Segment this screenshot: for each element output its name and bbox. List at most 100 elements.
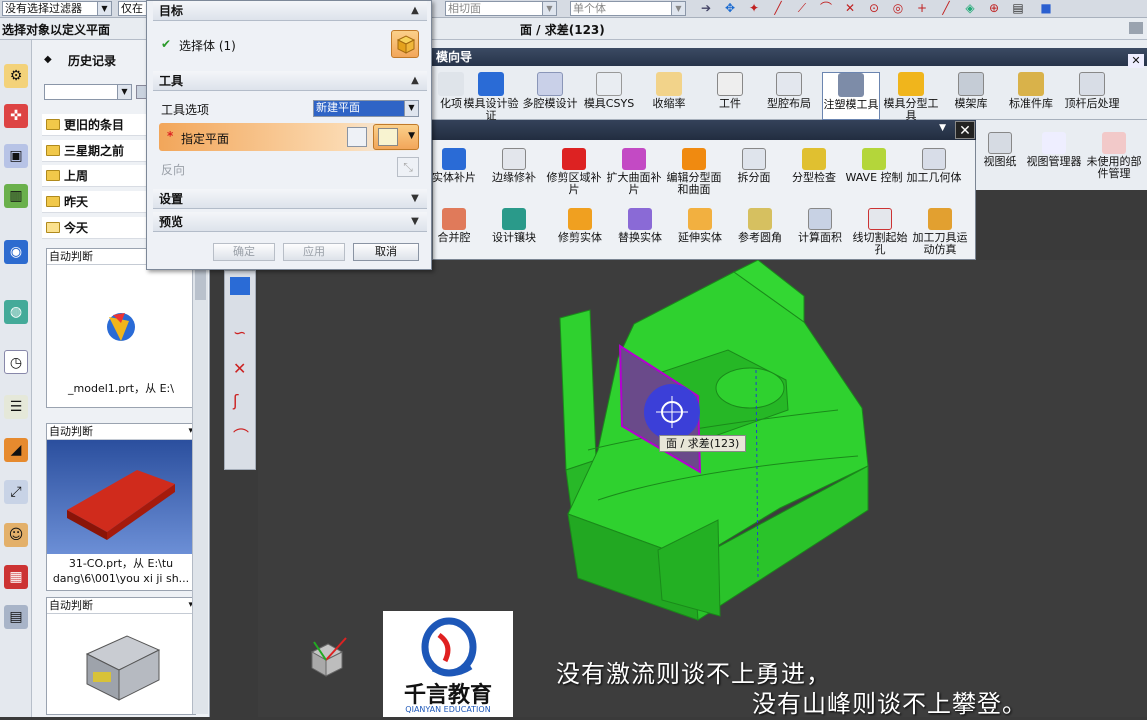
reverse-direction-icon[interactable]: ⤡ xyxy=(397,157,419,177)
close-icon[interactable]: ✕ xyxy=(1128,54,1144,68)
reverse-label: 反向 xyxy=(161,163,186,177)
tool-button[interactable]: 加工几何体 xyxy=(904,148,964,184)
section-target[interactable]: 目标 ▲ xyxy=(153,1,427,21)
ribbon-button-active[interactable]: 注塑模工具 xyxy=(822,72,880,120)
history-scrollbar[interactable] xyxy=(192,240,208,714)
line-icon[interactable]: ╱ xyxy=(770,1,786,16)
system-materials-icon[interactable]: ☰ xyxy=(4,395,28,419)
constraint-navigator-icon[interactable]: ✜ xyxy=(4,104,28,128)
visualization-icon[interactable]: ◢ xyxy=(4,438,28,462)
curve-tool-icon[interactable]: ∽ xyxy=(233,323,246,342)
ribbon-button[interactable]: 多腔模设计 xyxy=(521,72,579,110)
extrude-icon[interactable] xyxy=(230,277,250,295)
ribbon-button[interactable]: 标准件库 xyxy=(1002,72,1060,110)
arc-icon[interactable]: ⌒ xyxy=(233,423,249,447)
plane-dialog-icon[interactable] xyxy=(347,127,367,147)
chevron-down-icon[interactable]: ▼ xyxy=(407,214,423,230)
assembly-navigator-icon[interactable]: ⚙ xyxy=(4,64,28,88)
arrow-right-icon[interactable]: ➔ xyxy=(698,1,714,16)
tool-button[interactable]: 扩大曲面补片 xyxy=(604,148,664,196)
ribbon-button[interactable]: 顶杆后处理 xyxy=(1062,72,1122,110)
users-icon[interactable]: ☺ xyxy=(4,523,28,547)
chevron-down-icon[interactable]: ▼ xyxy=(939,123,946,133)
palette-icon[interactable]: ▤ xyxy=(4,605,28,629)
tool-button[interactable]: 计算面积 xyxy=(790,208,850,244)
body-rule-combo[interactable]: 单个体 ▼ xyxy=(570,1,686,16)
section-preview[interactable]: 预览 ▼ xyxy=(153,212,427,232)
restore-icon[interactable] xyxy=(1129,22,1143,34)
toolbar-titlebar[interactable]: ▼ xyxy=(432,120,976,140)
view-manager-button[interactable]: 视图管理器 xyxy=(1024,132,1084,168)
selection-info: 面 / 求差(123) xyxy=(520,23,605,37)
drawing-button[interactable]: 视图纸 xyxy=(970,132,1030,168)
history-entry[interactable]: 自动判断 _model1.prt，从 E:\ xyxy=(46,248,196,408)
tool-button[interactable]: 修剪实体 xyxy=(550,208,610,244)
tool-button[interactable]: WAVE 控制 xyxy=(844,148,904,184)
chevron-up-icon[interactable]: ▲ xyxy=(407,3,423,19)
scroll-thumb[interactable] xyxy=(195,270,206,300)
pin-icon[interactable]: ◆ xyxy=(44,54,52,65)
tool-button[interactable]: 分型检查 xyxy=(784,148,844,184)
selection-filter-combo[interactable]: 没有选择过滤器 ▼ xyxy=(2,1,112,16)
curve-icon[interactable]: ⌒ xyxy=(818,1,834,16)
section-tool[interactable]: 工具 ▲ xyxy=(153,71,427,91)
ribbon-button[interactable]: 模架库 xyxy=(942,72,1000,110)
cancel-button[interactable]: 取消 xyxy=(353,243,419,261)
tool-button[interactable]: 拆分面 xyxy=(724,148,784,184)
tool-button[interactable]: 参考圆角 xyxy=(730,208,790,244)
tool-option-select[interactable]: 新建平面 ▼ xyxy=(313,100,419,117)
quadrant-icon[interactable]: ◎ xyxy=(890,1,906,16)
tool-button[interactable]: 边缘修补 xyxy=(484,148,544,184)
tool-button[interactable]: 合并腔 xyxy=(424,208,484,244)
spline-icon[interactable]: ʃ xyxy=(233,391,238,410)
point-icon[interactable]: + xyxy=(914,1,930,16)
web-browser-icon[interactable]: ◉ xyxy=(4,240,28,264)
tool-button[interactable]: 编辑分型面和曲面 xyxy=(664,148,724,196)
ribbon-label: 化项 xyxy=(440,97,462,110)
apply-button[interactable]: 应用 xyxy=(283,243,345,261)
unused-parts-label: 未使用的部件管理 xyxy=(1086,155,1142,180)
cube-snap-icon[interactable]: ◈ xyxy=(962,1,978,16)
history-clock-icon[interactable]: ◷ xyxy=(4,350,28,374)
ribbon-button[interactable]: 工件 xyxy=(701,72,759,110)
section-settings[interactable]: 设置 ▼ xyxy=(153,189,427,209)
history-entry[interactable]: 自动判断 ▾ 31-CO.prt，从 E:\tu dang\6\001\you x… xyxy=(46,423,196,591)
midpoint-icon[interactable]: ⟋ xyxy=(794,1,810,16)
snap-all-icon[interactable]: ✥ xyxy=(722,1,738,16)
ribbon-button[interactable]: 收缩率 xyxy=(640,72,698,110)
tool-button[interactable]: 线切割起始孔 xyxy=(850,208,910,256)
history-entry[interactable]: 自动判断 ▾ xyxy=(46,597,196,715)
tool-button[interactable]: 设计镶块 xyxy=(484,208,544,244)
process-icon[interactable]: ◍ xyxy=(4,300,28,324)
ribbon-button[interactable]: 模具分型工具 xyxy=(882,72,940,122)
roles-icon[interactable]: ⤢ xyxy=(4,480,28,504)
library-icon[interactable]: ▥ xyxy=(4,184,28,208)
ok-button[interactable]: 确定 xyxy=(213,243,275,261)
part-navigator-icon[interactable]: ▣ xyxy=(4,144,28,168)
snap-end-icon[interactable]: ✦ xyxy=(746,1,762,16)
ribbon-button[interactable]: 模具CSYS xyxy=(580,72,638,110)
close-button[interactable]: ✕ xyxy=(955,121,975,139)
point-add-icon[interactable]: ⊕ xyxy=(986,1,1002,16)
trim-icon[interactable]: ✕ xyxy=(233,359,246,378)
ribbon-button[interactable]: 型腔布局 xyxy=(760,72,818,110)
history-view-combo[interactable]: ▼ xyxy=(44,84,132,100)
ribbon-button[interactable]: 模具设计验证 xyxy=(462,72,520,122)
tool-button[interactable]: 替换实体 xyxy=(610,208,670,244)
tool-button[interactable]: 加工刀具运动仿真 xyxy=(910,208,970,256)
select-body-button[interactable] xyxy=(391,30,419,58)
chevron-up-icon[interactable]: ▲ xyxy=(407,73,423,89)
tool-button[interactable]: 延伸实体 xyxy=(670,208,730,244)
tool-button[interactable]: 实体补片 xyxy=(424,148,484,184)
reuse-library-icon[interactable]: ▦ xyxy=(4,565,28,589)
face-rule-combo[interactable]: 相切面 ▼ xyxy=(445,1,557,16)
circle-center-icon[interactable]: ⊙ xyxy=(866,1,882,16)
intersect-icon[interactable]: ✕ xyxy=(842,1,858,16)
tool-button[interactable]: 修剪区域补片 xyxy=(544,148,604,196)
cube-icon[interactable]: ■ xyxy=(1038,1,1054,16)
chevron-down-icon[interactable]: ▼ xyxy=(407,191,423,207)
plane-type-button[interactable]: ▼ xyxy=(373,124,419,150)
unused-parts-button[interactable]: 未使用的部件管理 xyxy=(1084,132,1144,180)
point-on-curve-icon[interactable]: ╱ xyxy=(938,1,954,16)
document-icon[interactable]: ▤ xyxy=(1010,1,1026,16)
